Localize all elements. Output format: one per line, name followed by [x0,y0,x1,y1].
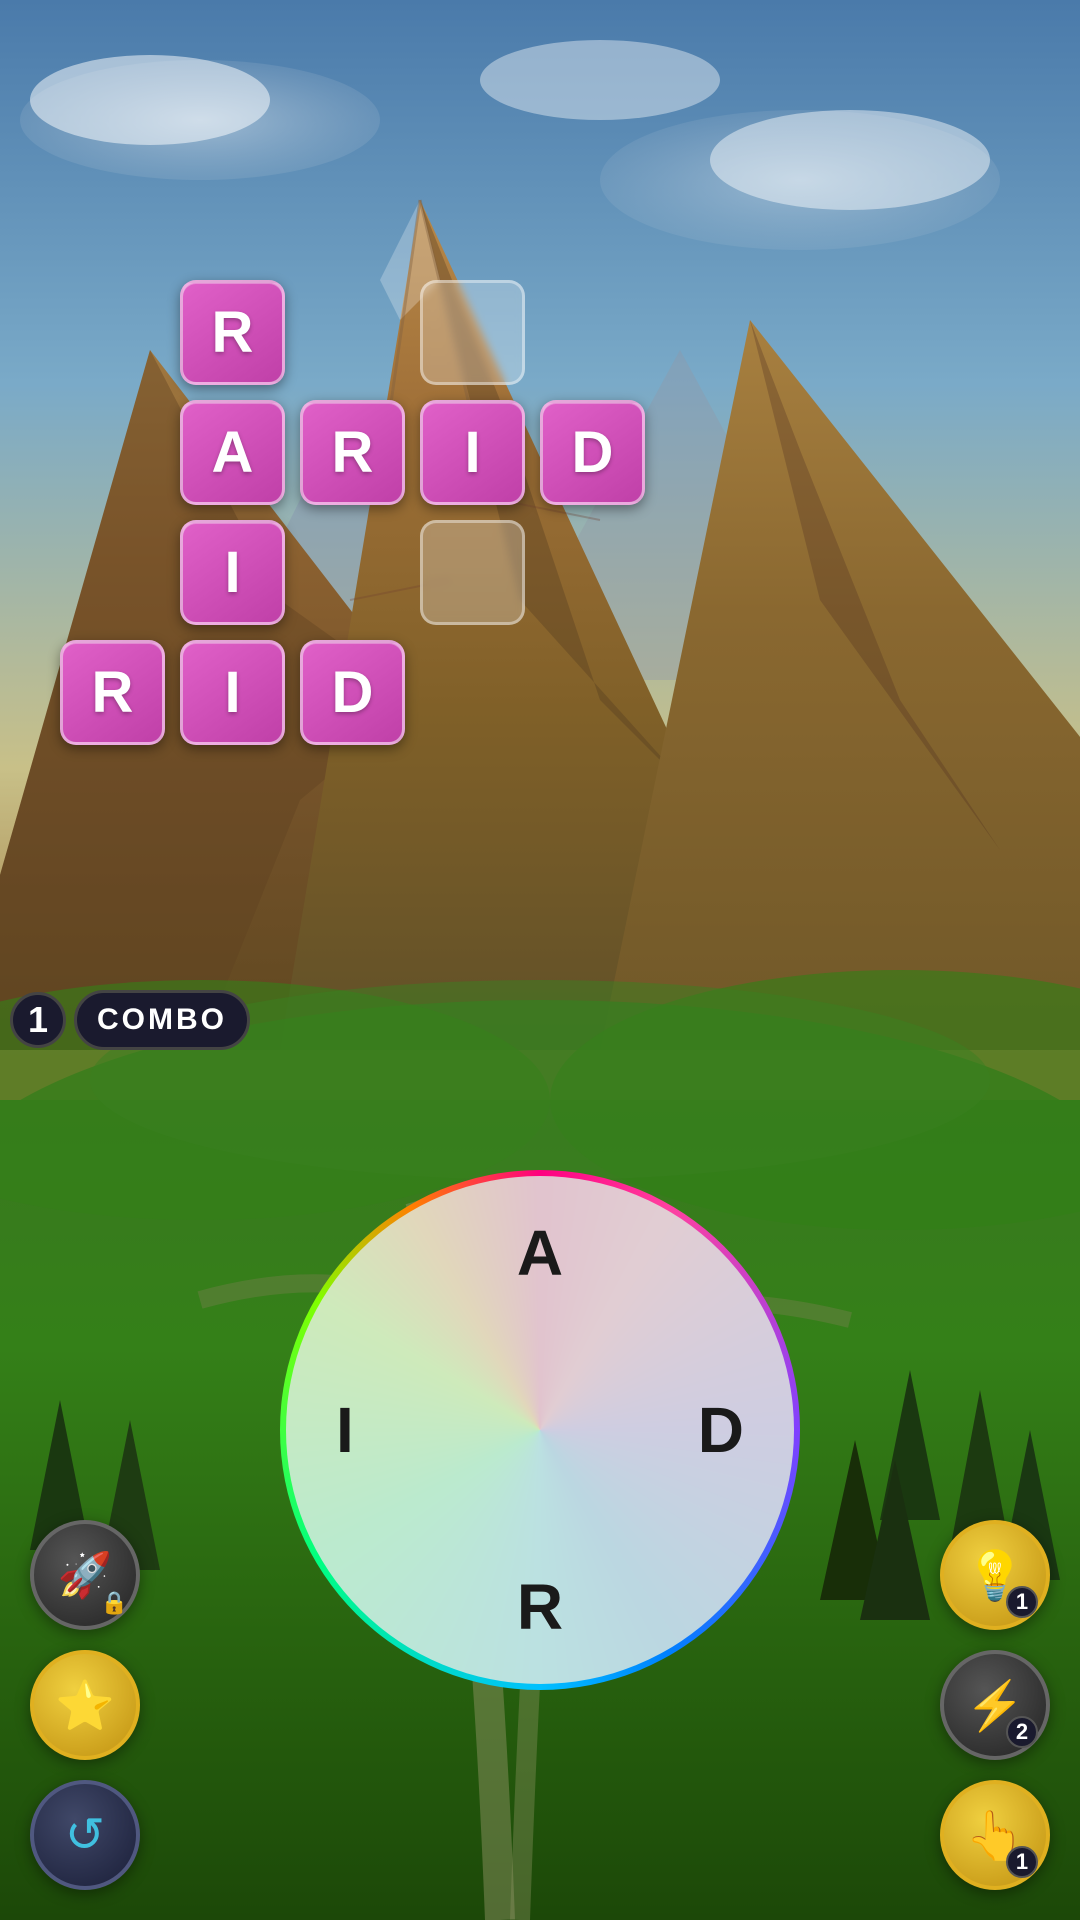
lightbulb-button[interactable]: 💡 1 [940,1520,1050,1630]
tile-1-0 [60,400,165,505]
tile-2-1[interactable]: I [180,520,285,625]
tile-0-3 [420,280,525,385]
tile-2-4 [540,520,645,625]
tile-0-1[interactable]: R [180,280,285,385]
refresh-button[interactable]: ↺ [30,1780,140,1890]
lightning-button[interactable]: ⚡ 2 [940,1650,1050,1760]
star-icon: ⭐ [55,1677,115,1734]
hand-button[interactable]: 👆 1 [940,1780,1050,1890]
tile-2-2 [300,520,405,625]
tile-3-1[interactable]: I [180,640,285,745]
tile-1-4[interactable]: D [540,400,645,505]
star-button[interactable]: ⭐ [30,1650,140,1760]
lightning-badge: 2 [1006,1716,1038,1748]
word-grid: R A R I D I R I D [60,280,650,750]
lightbulb-badge: 1 [1006,1586,1038,1618]
tile-3-0[interactable]: R [60,640,165,745]
combo-badge: 1 COMBO [10,990,250,1050]
tile-1-1[interactable]: A [180,400,285,505]
tile-3-4 [540,640,645,745]
refresh-icon: ↺ [65,1807,105,1863]
rocket-button[interactable]: 🚀 🔒 [30,1520,140,1630]
right-button-group: 💡 1 ⚡ 2 👆 1 [940,1520,1050,1890]
tile-2-3 [420,520,525,625]
tile-3-2[interactable]: D [300,640,405,745]
left-button-group: 🚀 🔒 ⭐ ↺ [30,1520,140,1890]
combo-number: 1 [10,992,66,1048]
tile-3-3 [420,640,525,745]
tile-0-4 [540,280,645,385]
bottom-buttons: 🚀 🔒 ⭐ ↺ 💡 1 ⚡ 2 👆 1 [0,1520,1080,1890]
tile-2-0 [60,520,165,625]
wheel-letter-right[interactable]: D [698,1393,744,1467]
tile-0-2 [300,280,405,385]
wheel-letter-top[interactable]: A [517,1216,563,1290]
tile-1-2[interactable]: R [300,400,405,505]
hand-badge: 1 [1006,1846,1038,1878]
tile-1-3[interactable]: I [420,400,525,505]
lock-icon: 🔒 [101,1590,128,1616]
tile-0-0 [60,280,165,385]
wheel-letter-left[interactable]: I [336,1393,354,1467]
combo-label: COMBO [74,990,250,1050]
